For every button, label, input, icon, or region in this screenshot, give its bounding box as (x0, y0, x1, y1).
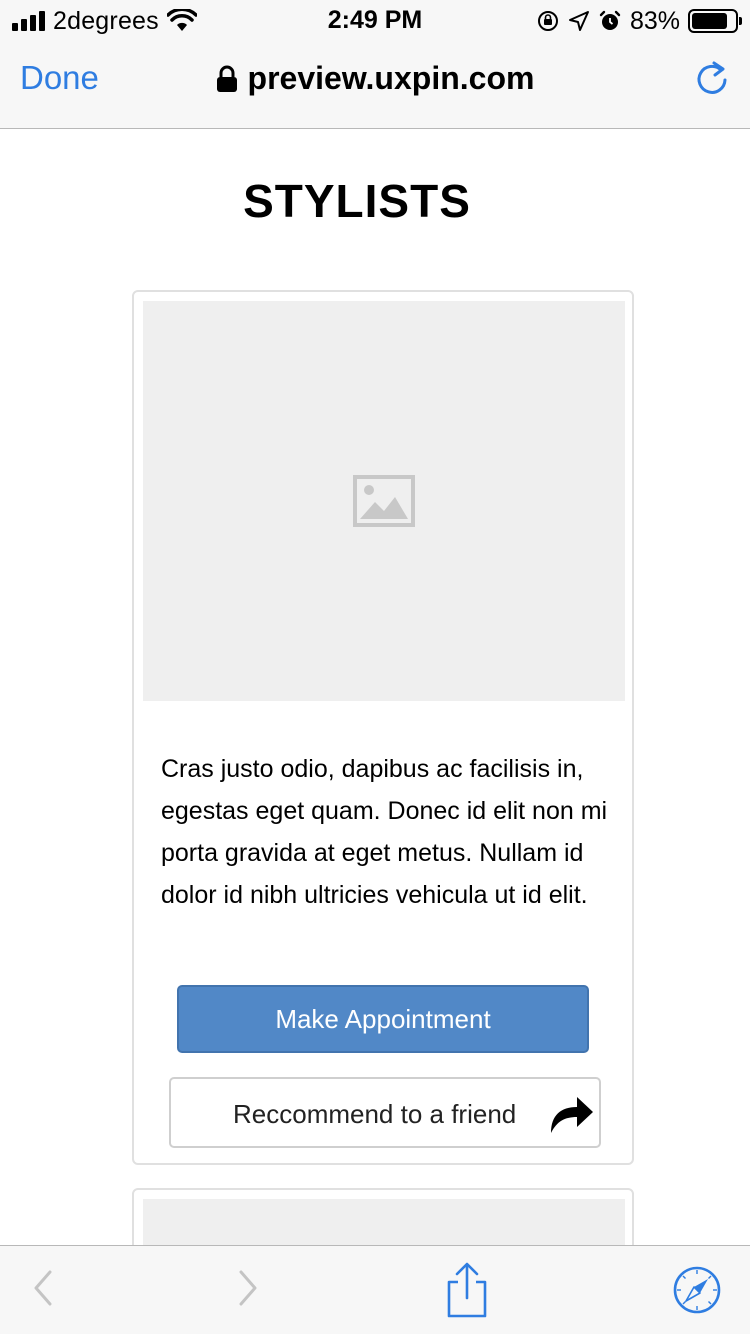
reload-button[interactable] (694, 58, 730, 98)
forward-button[interactable] (233, 1266, 263, 1310)
share-arrow-icon (551, 1097, 593, 1133)
stylist-image (143, 301, 625, 701)
battery-percent: 83% (629, 6, 680, 35)
web-content[interactable]: STYLISTS Cras justo odio, dapibus ac fac… (0, 129, 750, 1245)
alarm-icon (599, 10, 621, 30)
compass-icon (673, 1266, 721, 1314)
page-title: STYLISTS (243, 175, 471, 227)
address-bar: preview.uxpin.com (0, 60, 750, 97)
stylist-card (132, 1188, 634, 1245)
status-bar: 2degrees 2:49 PM 83% (0, 0, 750, 40)
url-text[interactable]: preview.uxpin.com (248, 60, 535, 97)
orientation-lock-icon (537, 11, 558, 31)
back-button[interactable] (28, 1266, 58, 1310)
share-icon (447, 1262, 487, 1318)
lock-icon (216, 65, 237, 92)
browser-header: Done preview.uxpin.com (0, 40, 750, 129)
safari-button[interactable] (672, 1265, 722, 1315)
recommend-label: Reccommend to a friend (233, 1099, 517, 1129)
stylist-card: Cras justo odio, dapibus ac facilisis in… (132, 290, 634, 1165)
stylist-description: Cras justo odio, dapibus ac facilisis in… (161, 755, 608, 909)
location-icon (568, 11, 589, 31)
battery-icon (688, 9, 742, 33)
status-right: 83% (536, 6, 742, 36)
stylist-image (143, 1199, 625, 1245)
back-icon (34, 1270, 52, 1306)
share-button[interactable] (443, 1262, 491, 1318)
recommend-button[interactable]: Reccommend to a friend (169, 1077, 601, 1148)
browser-toolbar (0, 1245, 750, 1334)
image-placeholder-icon (353, 475, 415, 527)
make-appointment-button[interactable]: Make Appointment (177, 985, 589, 1053)
forward-icon (239, 1270, 257, 1306)
reload-icon (697, 61, 727, 94)
done-button[interactable]: Done (20, 59, 99, 97)
